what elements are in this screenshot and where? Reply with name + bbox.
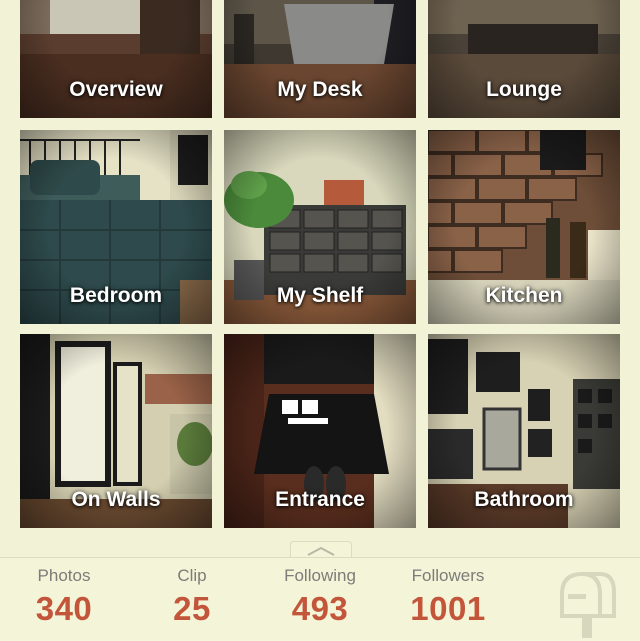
stat-followers[interactable]: Followers 1001: [398, 566, 498, 628]
tile-label: Kitchen: [485, 284, 563, 307]
tile-label: Entrance: [275, 488, 365, 511]
stat-clip[interactable]: Clip 25: [156, 566, 228, 628]
stat-photos[interactable]: Photos 340: [22, 566, 106, 628]
tile-label: My Shelf: [276, 284, 364, 307]
tile-label: Overview: [69, 78, 163, 101]
tile-entrance[interactable]: Entrance: [224, 334, 416, 528]
tile-on-walls[interactable]: On Walls: [20, 334, 212, 528]
stat-following[interactable]: Following 493: [272, 566, 368, 628]
tile-lounge[interactable]: Lounge: [428, 0, 620, 118]
tile-overview[interactable]: Overview: [20, 0, 212, 118]
tile-label: Bathroom: [474, 488, 574, 511]
stat-value: 493: [291, 590, 349, 627]
mailbox-icon[interactable]: [556, 568, 618, 638]
stat-label: Clip: [177, 566, 207, 585]
stat-label: Following: [284, 566, 356, 585]
category-grid: Overview My Desk Lounge Bedroom My Shelf…: [0, 0, 640, 540]
tile-bathroom[interactable]: Bathroom: [428, 334, 620, 528]
tile-bedroom[interactable]: Bedroom: [20, 130, 212, 324]
stat-value: 1001: [410, 590, 486, 627]
tile-label: On Walls: [71, 488, 161, 511]
chevron-up-icon: [307, 546, 335, 556]
tile-my-desk[interactable]: My Desk: [224, 0, 416, 118]
stat-value: 25: [173, 590, 211, 627]
stat-label: Photos: [37, 566, 91, 585]
tile-label: Bedroom: [69, 284, 163, 307]
tile-label: Lounge: [486, 78, 562, 101]
stat-value: 340: [35, 590, 93, 627]
stat-label: Followers: [411, 566, 485, 585]
tile-kitchen[interactable]: Kitchen: [428, 130, 620, 324]
tile-my-shelf[interactable]: My Shelf: [224, 130, 416, 324]
tile-label: My Desk: [277, 78, 363, 101]
